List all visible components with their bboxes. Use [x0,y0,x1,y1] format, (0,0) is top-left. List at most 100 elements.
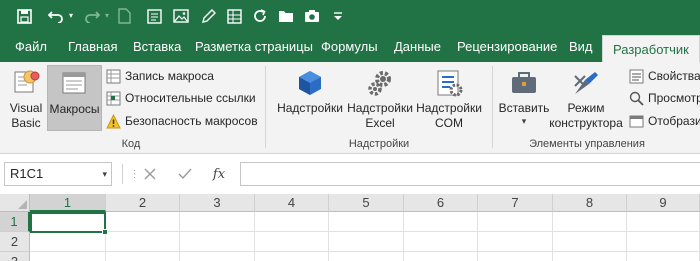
tab-page-layout[interactable]: Разметка страницы [195,32,313,62]
cell[interactable] [627,232,700,252]
customize-icon[interactable] [328,6,348,26]
undo-dropdown-icon[interactable]: ▾ [66,6,76,26]
relative-references-icon [105,90,121,106]
tab-review[interactable]: Рецензирование [457,32,557,62]
run-dialog-button[interactable]: Отобрази [628,111,700,131]
column-header[interactable]: 7 [478,194,553,212]
select-all-button[interactable] [0,194,30,212]
insert-control-button[interactable]: Вставить ▾ [498,65,550,126]
design-mode-icon [548,65,624,101]
cell[interactable] [106,252,180,261]
redo-dropdown-icon[interactable]: ▾ [102,6,112,26]
cell[interactable] [478,212,553,232]
chevron-down-icon[interactable]: ▾ [102,163,107,185]
spreadsheet-grid: 1 2 3 4 5 6 7 8 9 1 2 3 [0,194,700,261]
column-header[interactable]: 5 [329,194,404,212]
cell[interactable] [329,252,404,261]
name-box[interactable]: R1C1 ▾ [4,162,112,186]
refresh-icon[interactable] [250,6,270,26]
cell[interactable] [478,252,553,261]
group-addins: Надстройки Надстройки Excel Надстройки C… [268,62,490,153]
cell[interactable] [404,252,478,261]
cell[interactable] [255,232,329,252]
fill-handle[interactable] [102,229,108,235]
formula-input[interactable] [240,162,700,186]
macros-icon [48,66,101,102]
cell[interactable] [30,252,106,261]
row-header[interactable]: 2 [0,232,30,252]
visual-basic-label: Visual Basic [9,101,43,130]
cancel-icon[interactable] [140,164,160,184]
relative-references-button[interactable]: Относительные ссылки [105,88,256,108]
tab-home[interactable]: Главная [68,32,117,62]
form-icon[interactable] [144,6,164,26]
record-macro-button[interactable]: Запись макроса [105,66,214,86]
cell[interactable] [329,212,404,232]
properties-button[interactable]: Свойства [628,66,700,86]
name-box-value: R1C1 [10,166,44,181]
warning-icon [105,113,121,129]
active-cell[interactable] [30,212,106,233]
camera-icon[interactable] [302,6,322,26]
excel-addins-label: Надстройки Excel [347,101,413,130]
column-header[interactable]: 6 [404,194,478,212]
design-mode-button[interactable]: Режим конструктора [548,65,624,131]
view-code-button[interactable]: Просмотр [628,88,700,108]
redo-icon[interactable] [82,6,102,26]
column-header[interactable]: 2 [106,194,180,212]
excel-addins-button[interactable]: Надстройки Excel [346,65,414,131]
cell[interactable] [180,252,255,261]
cell[interactable] [255,252,329,261]
tab-view[interactable]: Вид [569,32,593,62]
row-header[interactable]: 3 [0,252,30,261]
cell[interactable] [404,212,478,232]
macro-security-button[interactable]: Безопасность макросов [105,111,258,131]
cell[interactable] [180,212,255,232]
insert-function-button[interactable]: fx [209,164,229,184]
column-header[interactable]: 4 [255,194,329,212]
new-file-icon[interactable] [114,6,134,26]
tab-data[interactable]: Данные [394,32,441,62]
view-code-label: Просмотр [648,91,700,105]
dialog-icon [628,113,644,129]
tab-insert[interactable]: Вставка [133,32,181,62]
cell[interactable] [329,232,404,252]
cell[interactable] [404,232,478,252]
cell[interactable] [553,212,627,232]
cell[interactable] [553,252,627,261]
cell[interactable] [627,212,700,232]
folder-icon[interactable] [276,6,296,26]
macros-button[interactable]: Макросы [47,65,102,131]
row-header[interactable]: 1 [0,212,30,232]
cell[interactable] [478,232,553,252]
tab-developer[interactable]: Разработчик [602,35,700,62]
cell[interactable] [553,232,627,252]
tab-formulas[interactable]: Формулы [321,32,378,62]
cell[interactable] [627,252,700,261]
record-macro-icon [105,68,121,84]
macros-label: Макросы [49,102,100,116]
tab-file[interactable]: Файл [15,32,47,62]
column-header[interactable]: 8 [553,194,627,212]
drag-handle-icon[interactable]: ⋮ [130,164,140,184]
cell[interactable] [106,232,180,252]
visual-basic-icon [6,65,46,101]
cell[interactable] [106,212,180,232]
save-icon[interactable] [14,6,34,26]
cell[interactable] [30,232,106,252]
column-header[interactable]: 1 [30,194,106,212]
addins-button[interactable]: Надстройки [276,65,344,116]
com-addins-button[interactable]: Надстройки COM [416,65,482,131]
visual-basic-button[interactable]: Visual Basic [6,65,46,133]
table-icon[interactable] [224,6,244,26]
select-all-icon [18,200,27,209]
undo-icon[interactable] [46,6,66,26]
cell[interactable] [255,212,329,232]
column-header[interactable]: 9 [627,194,700,212]
enter-icon[interactable] [175,164,195,184]
group-addins-label: Надстройки [348,138,410,150]
column-header[interactable]: 3 [180,194,255,212]
edit-icon[interactable] [198,6,218,26]
cell[interactable] [180,232,255,252]
image-icon[interactable] [171,6,191,26]
